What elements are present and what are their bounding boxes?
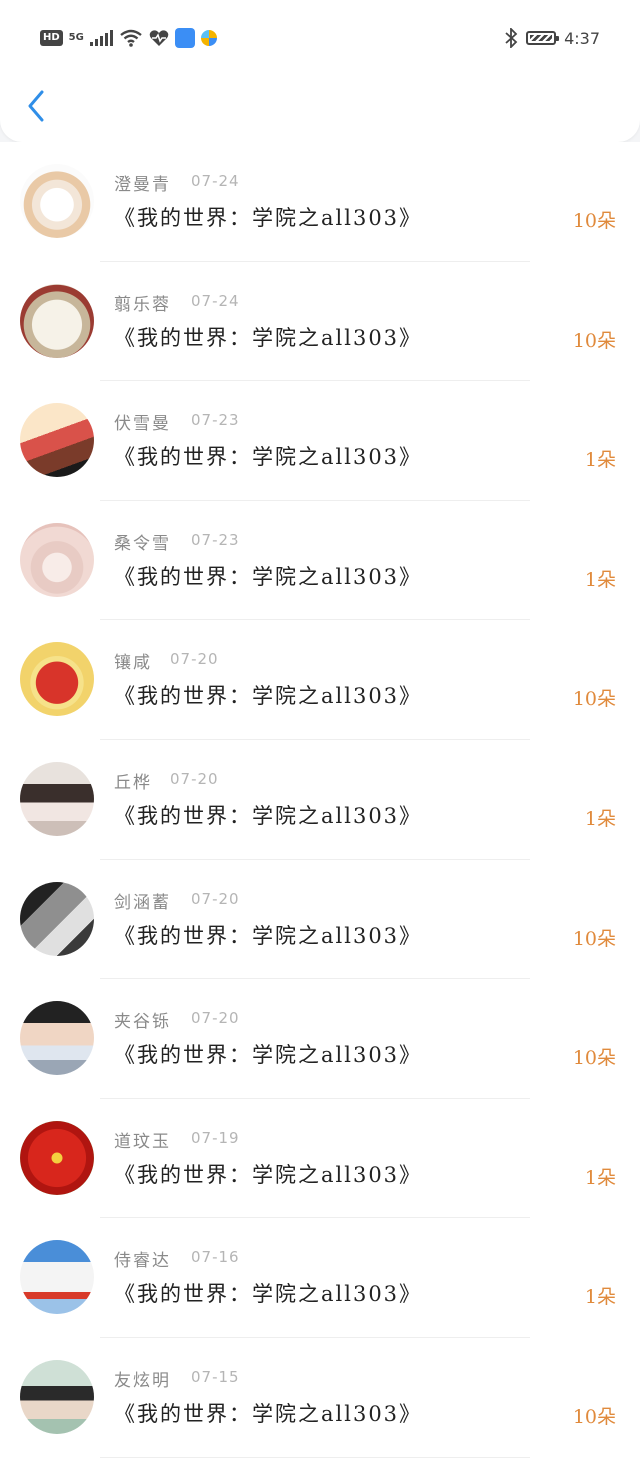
book-title: 《我的世界：学院之all303》 — [114, 1043, 423, 1068]
heart-rate-icon — [149, 30, 169, 46]
user-name: 翦乐蓉 — [114, 294, 171, 315]
book-title: 《我的世界：学院之all303》 — [114, 803, 423, 828]
user-name: 剑涵蓄 — [114, 892, 171, 913]
avatar[interactable] — [20, 881, 94, 956]
avatar[interactable] — [20, 1359, 94, 1434]
book-title: 《我的世界：学院之all303》 — [114, 1401, 423, 1426]
bluetooth-icon — [505, 28, 518, 48]
gift-amount: 10朵 — [572, 688, 616, 711]
gift-date: 07-16 — [191, 1248, 240, 1267]
user-name: 侍睿达 — [114, 1251, 171, 1272]
gift-amount: 1朵 — [584, 1166, 616, 1189]
user-name: 夹谷铄 — [114, 1012, 171, 1033]
user-name: 澄曼青 — [114, 175, 171, 195]
list-item[interactable]: 丘桦 07-20 《我的世界：学院之all303》 1朵 — [0, 739, 640, 860]
avatar[interactable] — [20, 403, 94, 478]
gift-amount: 1朵 — [584, 807, 616, 830]
gift-date: 07-23 — [191, 411, 240, 430]
book-title: 《我的世界：学院之all303》 — [114, 1162, 423, 1187]
list-item[interactable]: 侍睿达 07-16 《我的世界：学院之all303》 1朵 — [0, 1218, 640, 1338]
gift-amount: 10朵 — [572, 1047, 616, 1070]
list-item[interactable]: 夹谷铄 07-20 《我的世界：学院之all303》 10朵 — [0, 979, 640, 1099]
list-item[interactable]: 道玟玉 07-19 《我的世界：学院之all303》 1朵 — [0, 1098, 640, 1219]
colorful-app-icon — [200, 30, 217, 46]
list-item[interactable]: 翦乐蓉 07-24 《我的世界：学院之all303》 10朵 — [0, 261, 640, 382]
list-item[interactable]: 澄曼青 07-24 《我的世界：学院之all303》 10朵 — [0, 142, 640, 262]
avatar[interactable] — [20, 522, 94, 597]
list-item[interactable]: 友炫明 07-15 《我的世界：学院之all303》 10朵 — [0, 1337, 640, 1458]
clock: 4:37 — [564, 28, 600, 48]
back-button[interactable] — [18, 86, 54, 126]
gift-amount: 10朵 — [572, 1405, 616, 1428]
app-store-icon — [174, 28, 195, 48]
avatar[interactable] — [20, 164, 94, 238]
gift-date: 07-19 — [191, 1128, 240, 1147]
gift-amount: 10朵 — [572, 329, 616, 352]
user-name: 伏雪曼 — [114, 414, 171, 435]
gift-amount: 10朵 — [572, 927, 616, 950]
user-name: 丘桦 — [114, 772, 152, 793]
status-bar: HD 5G 4:37 — [0, 22, 640, 56]
gift-date: 07-20 — [191, 1009, 240, 1028]
book-title: 《我的世界：学院之all303》 — [114, 445, 423, 470]
gift-amount: 10朵 — [572, 210, 616, 232]
avatar[interactable] — [20, 283, 94, 358]
user-name: 道玟玉 — [114, 1131, 171, 1152]
gift-amount: 1朵 — [584, 1286, 616, 1309]
list-item[interactable]: 伏雪曼 07-23 《我的世界：学院之all303》 1朵 — [0, 381, 640, 501]
gift-date: 07-20 — [170, 769, 219, 788]
avatar[interactable] — [20, 1240, 94, 1315]
user-name: 桑令雪 — [114, 533, 171, 554]
gift-date: 07-20 — [191, 889, 240, 908]
book-title: 《我的世界：学院之all303》 — [114, 684, 423, 709]
book-title: 《我的世界：学院之all303》 — [114, 206, 423, 230]
gift-record-list: 澄曼青 07-24 《我的世界：学院之all303》 10朵 翦乐蓉 07-24 《我的世界… — [0, 142, 640, 1458]
book-title: 《我的世界：学院之all303》 — [114, 564, 423, 589]
book-title: 《我的世界：学院之all303》 — [114, 325, 423, 350]
gift-amount: 1朵 — [584, 449, 616, 472]
book-title: 《我的世界：学院之all303》 — [114, 1282, 423, 1307]
gift-date: 07-23 — [191, 530, 240, 549]
gift-date: 07-24 — [191, 172, 240, 190]
user-name: 友炫明 — [114, 1370, 171, 1391]
wifi-icon — [120, 29, 142, 47]
book-title: 《我的世界：学院之all303》 — [114, 923, 423, 948]
avatar[interactable] — [20, 1120, 94, 1195]
list-item[interactable]: 镶咸 07-20 《我的世界：学院之all303》 10朵 — [0, 620, 640, 740]
hd-icon: HD — [40, 30, 63, 46]
network-type: 5G — [68, 32, 84, 43]
avatar[interactable] — [20, 761, 94, 836]
gift-date: 07-15 — [191, 1367, 240, 1386]
chevron-left-icon — [28, 90, 44, 122]
user-name: 镶咸 — [114, 653, 152, 674]
gift-date: 07-24 — [191, 291, 240, 310]
list-item[interactable]: 剑涵蓄 07-20 《我的世界：学院之all303》 10朵 — [0, 859, 640, 980]
battery-icon — [526, 31, 560, 45]
avatar[interactable] — [20, 1001, 94, 1076]
avatar[interactable] — [20, 642, 94, 717]
gift-date: 07-20 — [170, 650, 219, 669]
gift-amount: 1朵 — [584, 568, 616, 591]
list-item[interactable]: 桑令雪 07-23 《我的世界：学院之all303》 1朵 — [0, 500, 640, 621]
signal-icon — [89, 30, 113, 46]
top-header: HD 5G 4:37 — [0, 0, 640, 142]
